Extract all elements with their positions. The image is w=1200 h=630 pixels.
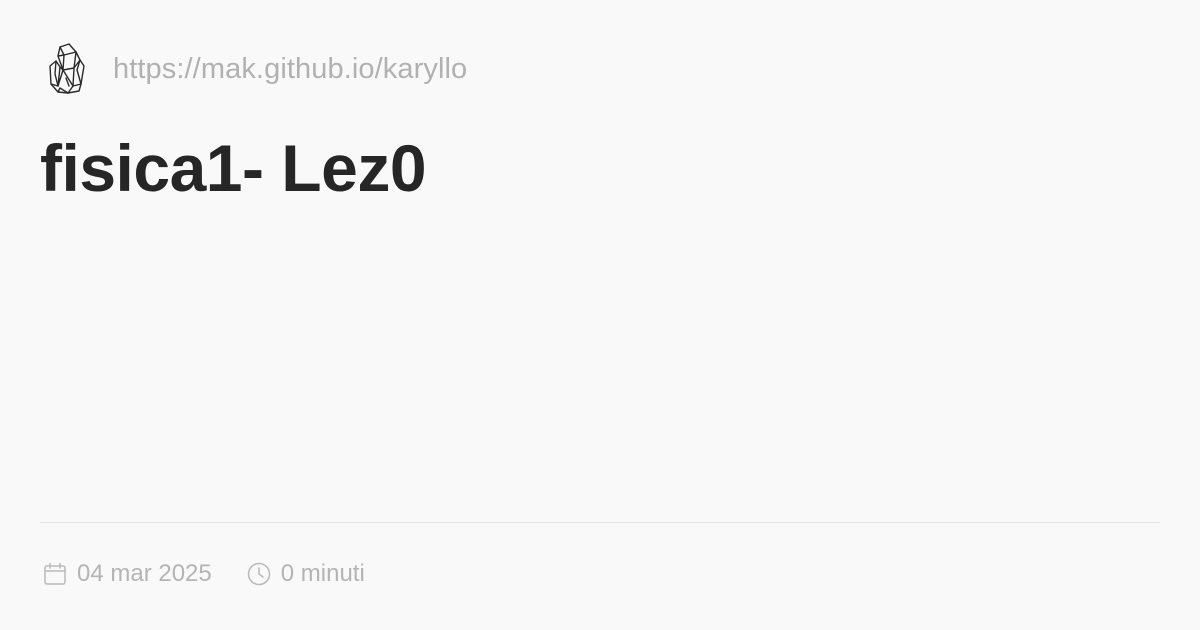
reading-time: 0 minuti [246,560,365,588]
post-date-text: 04 mar 2025 [77,560,212,587]
crystal-logo-icon [49,43,85,94]
post-meta: 04 mar 2025 0 minuti [42,558,365,590]
clock-icon [247,562,271,586]
post-title: fisica1- Lez0 [40,131,427,205]
divider [40,522,1160,523]
calendar-icon [44,562,66,585]
reading-time-text: 0 minuti [280,560,365,587]
site-header: https://mak.github.io/karyllo [46,42,467,96]
post-date: 04 mar 2025 [42,560,212,588]
site-url[interactable]: https://mak.github.io/karyllo [113,53,467,86]
